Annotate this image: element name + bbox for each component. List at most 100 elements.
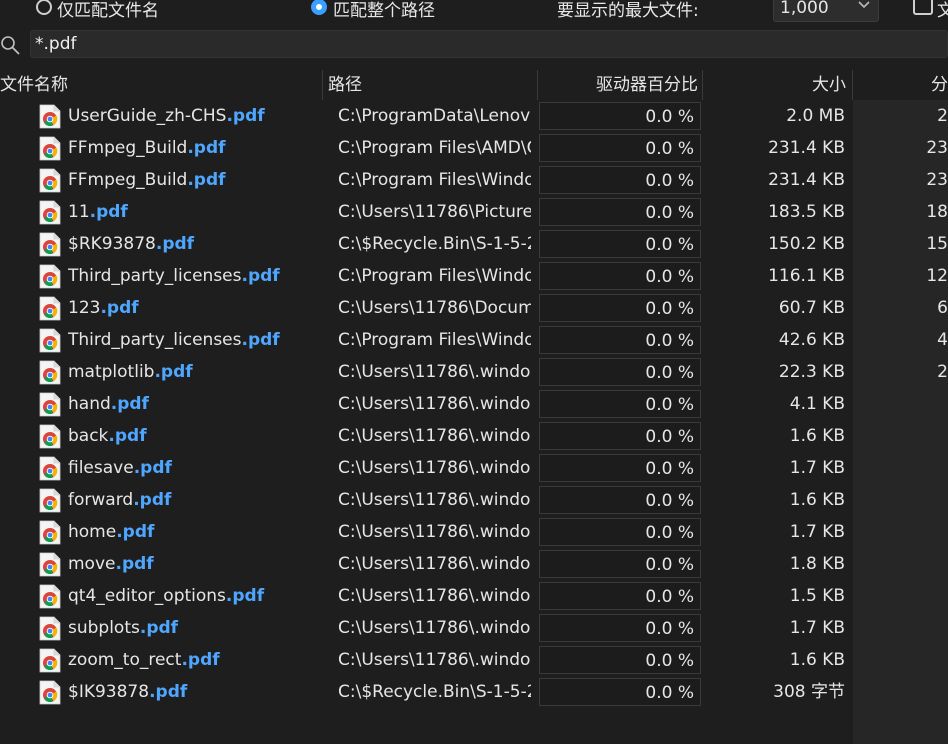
chevron-down-icon bbox=[858, 1, 870, 9]
table-row[interactable]: hand.pdf C:\Users\11786\.window 0.0 % 4.1 K… bbox=[0, 388, 948, 420]
file-name: back.pdf bbox=[68, 420, 323, 452]
file-size: 116.1 KB bbox=[768, 266, 845, 286]
file-extension: .pdf bbox=[116, 522, 155, 542]
file-size: 1.7 KB bbox=[789, 522, 845, 542]
file-size: 308 字节 bbox=[773, 682, 845, 702]
file-basename: qt4_editor_options bbox=[68, 586, 226, 606]
file-name: forward.pdf bbox=[68, 484, 323, 516]
drive-percent: 0.0 % bbox=[539, 646, 701, 674]
table-row[interactable]: qt4_editor_options.pdf C:\Users\11786\.wi… bbox=[0, 580, 948, 612]
file-extension: .pdf bbox=[241, 266, 280, 286]
table-row[interactable]: UserGuide_zh-CHS.pdf C:\ProgramData\Lenov… bbox=[0, 100, 948, 132]
extra-value: 23 bbox=[926, 138, 948, 158]
column-extra-header[interactable]: 分 bbox=[853, 70, 948, 100]
option-checkbox[interactable] bbox=[913, 0, 933, 15]
file-path: C:\Users\11786\.window bbox=[338, 650, 531, 670]
table-row[interactable]: matplotlib.pdf C:\Users\11786\.window 0.0 … bbox=[0, 356, 948, 388]
column-divider[interactable] bbox=[322, 70, 323, 100]
file-path: C:\$Recycle.Bin\S-1-5-21 bbox=[338, 234, 531, 254]
table-row[interactable]: 123.pdf C:\Users\11786\Docume 0.0 % 60.7 KB… bbox=[0, 292, 948, 324]
max-files-select[interactable]: 1,000 bbox=[773, 0, 879, 22]
chrome-pdf-icon bbox=[39, 392, 61, 417]
chrome-pdf-icon bbox=[39, 616, 61, 641]
table-row[interactable]: $IK93878.pdf C:\$Recycle.Bin\S-1-5-21 0.0 … bbox=[0, 676, 948, 708]
drive-percent: 0.0 % bbox=[539, 422, 701, 450]
table-row[interactable]: home.pdf C:\Users\11786\.window 0.0 % 1.7 K… bbox=[0, 516, 948, 548]
search-input[interactable] bbox=[30, 30, 948, 58]
column-size-header[interactable]: 大小 bbox=[703, 70, 846, 100]
file-extension: .pdf bbox=[139, 618, 179, 638]
option-checkbox-label[interactable]: 文 bbox=[937, 0, 948, 21]
file-extension: .pdf bbox=[108, 426, 147, 446]
file-basename: 123 bbox=[68, 298, 101, 318]
file-extension: .pdf bbox=[241, 330, 280, 350]
table-row[interactable]: back.pdf C:\Users\11786\.window 0.0 % 1.6 K… bbox=[0, 420, 948, 452]
file-size: 1.6 KB bbox=[789, 426, 845, 446]
file-name: subplots.pdf bbox=[68, 612, 323, 644]
table-row[interactable]: Third_party_licenses.pdf C:\Program Files… bbox=[0, 324, 948, 356]
file-extension: .pdf bbox=[155, 234, 195, 254]
extra-value bbox=[856, 548, 948, 580]
file-basename: move bbox=[68, 554, 116, 574]
search-options-bar: 仅匹配文件名 匹配整个路径 要显示的最大文件: 1,000 文 bbox=[0, 0, 948, 24]
file-extension: .pdf bbox=[154, 362, 193, 382]
chrome-pdf-icon bbox=[39, 296, 61, 321]
chrome-pdf-icon bbox=[39, 456, 61, 481]
drive-percent: 0.0 % bbox=[539, 326, 701, 354]
table-row[interactable]: FFmpeg_Build.pdf C:\Program Files\Window 0… bbox=[0, 164, 948, 196]
file-extension: .pdf bbox=[226, 106, 265, 126]
drive-percent: 0.0 % bbox=[539, 678, 701, 706]
table-row[interactable]: filesave.pdf C:\Users\11786\.window 0.0 % 1… bbox=[0, 452, 948, 484]
chrome-pdf-icon bbox=[39, 552, 61, 577]
file-size: 60.7 KB bbox=[778, 298, 845, 318]
extra-value bbox=[856, 484, 948, 516]
chrome-pdf-icon bbox=[39, 168, 61, 193]
extra-value: 18 bbox=[926, 202, 948, 222]
column-path-header[interactable]: 路径 bbox=[328, 70, 536, 100]
extra-value bbox=[856, 388, 948, 420]
file-name: zoom_to_rect.pdf bbox=[68, 644, 323, 676]
column-name-header[interactable]: 文件名称 bbox=[0, 70, 322, 100]
table-row[interactable]: move.pdf C:\Users\11786\.window 0.0 % 1.8 K… bbox=[0, 548, 948, 580]
table-row[interactable]: zoom_to_rect.pdf C:\Users\11786\.window 0.… bbox=[0, 644, 948, 676]
extra-value: 2 bbox=[937, 362, 948, 382]
table-row[interactable]: Third_party_licenses.pdf C:\Program Files… bbox=[0, 260, 948, 292]
drive-percent: 0.0 % bbox=[539, 358, 701, 386]
file-extension: .pdf bbox=[100, 298, 139, 318]
file-path: C:\Users\11786\.window bbox=[338, 522, 531, 542]
file-basename: $RK93878 bbox=[68, 234, 156, 254]
file-size: 2.0 MB bbox=[786, 106, 845, 126]
file-size: 1.7 KB bbox=[789, 458, 845, 478]
drive-percent: 0.0 % bbox=[539, 166, 701, 194]
file-extension: .pdf bbox=[110, 394, 149, 414]
table-row[interactable]: FFmpeg_Build.pdf C:\Program Files\AMD\C 0.… bbox=[0, 132, 948, 164]
table-row[interactable]: 11.pdf C:\Users\11786\Pictures\ 0.0 % 183.5… bbox=[0, 196, 948, 228]
file-basename: zoom_to_rect bbox=[68, 650, 182, 670]
table-row[interactable]: subplots.pdf C:\Users\11786\.window 0.0 % 1… bbox=[0, 612, 948, 644]
extra-value bbox=[856, 644, 948, 676]
radio-match-path-label[interactable]: 匹配整个路径 bbox=[333, 0, 435, 21]
chrome-pdf-icon bbox=[39, 328, 61, 353]
column-drive-percent-header[interactable]: 驱动器百分比 bbox=[538, 70, 698, 100]
table-row[interactable]: $RK93878.pdf C:\$Recycle.Bin\S-1-5-21 0.0 … bbox=[0, 228, 948, 260]
radio-match-path[interactable] bbox=[311, 0, 327, 15]
file-extension: .pdf bbox=[89, 202, 128, 222]
file-name: Third_party_licenses.pdf bbox=[68, 324, 323, 356]
drive-percent: 0.0 % bbox=[539, 454, 701, 482]
file-basename: filesave bbox=[68, 458, 134, 478]
file-path: C:\Users\11786\Docume bbox=[338, 298, 531, 318]
file-name: $RK93878.pdf bbox=[68, 228, 323, 260]
radio-match-filename-label[interactable]: 仅匹配文件名 bbox=[57, 0, 159, 21]
max-files-label: 要显示的最大文件: bbox=[557, 1, 699, 21]
table-row[interactable]: forward.pdf C:\Users\11786\.window 0.0 % 1.… bbox=[0, 484, 948, 516]
extra-value: 6 bbox=[937, 298, 948, 318]
drive-percent: 0.0 % bbox=[539, 390, 701, 418]
drive-percent: 0.0 % bbox=[539, 486, 701, 514]
file-basename: $IK93878 bbox=[68, 682, 150, 702]
radio-match-filename[interactable] bbox=[36, 0, 52, 15]
extra-value bbox=[856, 420, 948, 452]
extra-value: 4 bbox=[937, 330, 948, 350]
file-size: 22.3 KB bbox=[778, 362, 845, 382]
file-name: home.pdf bbox=[68, 516, 323, 548]
chrome-pdf-icon bbox=[39, 520, 61, 545]
